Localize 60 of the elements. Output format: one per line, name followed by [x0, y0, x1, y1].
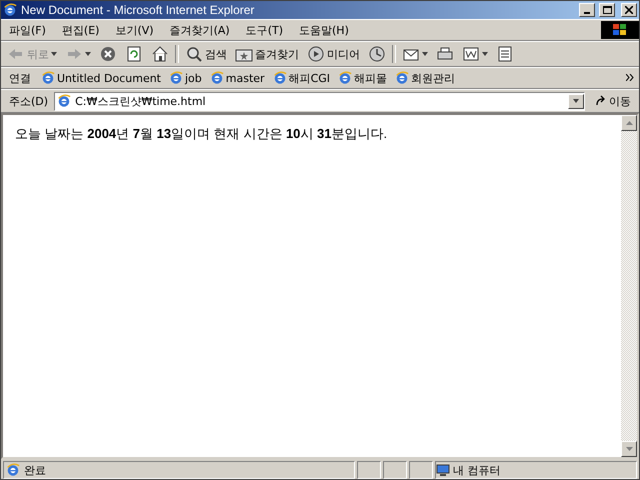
caret-icon [482, 52, 488, 56]
menu-item[interactable]: 파일(F) [1, 20, 54, 40]
go-button[interactable]: 이동 [589, 94, 637, 108]
browser-icon [57, 94, 72, 108]
media-icon [307, 45, 325, 63]
link-button[interactable]: job [165, 71, 206, 85]
stop-icon [99, 45, 117, 63]
links-label: 연결 [8, 70, 32, 86]
search-icon [185, 45, 203, 63]
link-button[interactable]: Untitled Document [37, 71, 165, 85]
media-button[interactable]: 미디어 [303, 43, 364, 65]
close-icon [625, 6, 633, 14]
zone-text: 내 컴퓨터 [453, 462, 500, 478]
link-button[interactable]: 회원관리 [391, 70, 460, 86]
window-title: New Document - Microsoft Internet Explorer [21, 3, 256, 17]
favorites-button[interactable]: 즐겨찾기 [231, 43, 303, 65]
up-arrow-icon [626, 121, 632, 125]
browser-icon [210, 71, 224, 85]
down-arrow-icon [626, 447, 632, 451]
caret-icon [51, 52, 57, 56]
browser-icon [395, 71, 410, 85]
browser-icon [6, 463, 20, 477]
caret-icon [422, 52, 428, 56]
notes-icon [496, 45, 514, 63]
document-edit-icon [462, 45, 480, 63]
go-arrow-icon [595, 95, 607, 107]
menu-item[interactable]: 도구(T) [238, 20, 291, 40]
computer-icon [436, 464, 450, 476]
dropdown-button[interactable] [568, 94, 584, 108]
address-field[interactable]: C:₩스크린샷₩time.html [54, 92, 585, 110]
maximize-button[interactable] [599, 3, 615, 17]
browser-icon [272, 71, 287, 85]
page-text: 오늘 날짜는 2004년 7월 13일이며 현재 시간은 10시 31분입니다. [15, 126, 388, 141]
history-icon [368, 45, 386, 63]
home-icon [151, 45, 169, 63]
browser-icon [3, 3, 17, 17]
link-button[interactable]: master [206, 71, 269, 85]
minimize-button[interactable] [579, 3, 595, 17]
address-label: 주소(D) [8, 94, 50, 108]
menu-item[interactable]: 도움말(H) [291, 20, 357, 40]
menu-item[interactable]: 보기(V) [107, 20, 162, 40]
status-pane [383, 461, 407, 479]
link-button[interactable]: 해피몰 [334, 70, 392, 86]
windows-flag-icon [613, 24, 627, 36]
caret-icon [85, 52, 91, 56]
search-button[interactable]: 검색 [181, 43, 231, 65]
status-pane [409, 461, 433, 479]
browser-icon [41, 71, 55, 85]
caret-icon [573, 99, 579, 103]
browser-icon [338, 71, 352, 85]
status-pane [357, 461, 381, 479]
close-button[interactable] [621, 3, 637, 17]
maximize-icon [602, 6, 612, 14]
menu-item[interactable]: 즐겨찾기(A) [162, 20, 238, 40]
status-text: 완료 [24, 462, 46, 478]
menu-item[interactable]: 편집(E) [54, 20, 108, 40]
browser-icon [169, 71, 183, 85]
link-button[interactable]: 해피CGI [268, 70, 334, 86]
scrollbar[interactable] [621, 115, 637, 457]
refresh-icon [125, 45, 143, 63]
